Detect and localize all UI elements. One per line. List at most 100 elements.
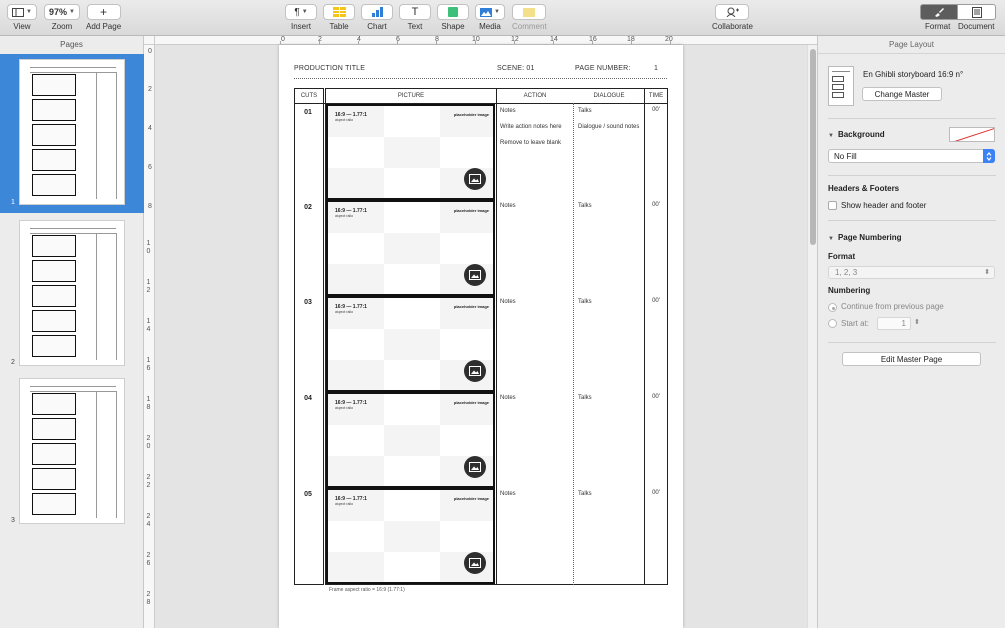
numbering-format-label: Format — [828, 252, 856, 261]
format-button[interactable] — [920, 4, 958, 20]
show-header-footer-label[interactable]: Show header and footer — [841, 201, 926, 210]
edit-master-page-button[interactable]: Edit Master Page — [842, 352, 981, 366]
dialogue-notes[interactable]: Talks — [578, 107, 592, 115]
change-master-button[interactable]: Change Master — [862, 87, 942, 101]
insert-menu[interactable]: ¶ ▼ Insert — [285, 4, 317, 31]
ruler-label: 16 — [146, 357, 151, 372]
dialogue-notes[interactable]: Dialogue / sound notes — [578, 123, 640, 131]
chart-tool[interactable]: Chart — [361, 4, 393, 31]
page-numbering-section-toggle[interactable]: ▼ Page Numbering — [828, 233, 902, 242]
time-value[interactable]: 00' — [646, 490, 666, 496]
chart-button[interactable] — [361, 4, 393, 20]
action-dialogue-divider — [573, 103, 574, 585]
page-thumbnail-2[interactable]: 2 — [0, 216, 144, 374]
ruler-label: 0 — [148, 48, 152, 55]
ruler-label: 20 — [146, 435, 151, 450]
storyboard-frame[interactable]: 16:9 — 1.77:1 aspect ratio placeholder i… — [326, 296, 495, 392]
text-tool[interactable]: T Text — [399, 4, 431, 31]
comment-button[interactable] — [512, 4, 547, 20]
document-label: Document — [958, 22, 995, 31]
page-number-label[interactable]: PAGE NUMBER: — [575, 65, 631, 72]
chevron-down-icon: ▼ — [69, 9, 75, 15]
horizontal-ruler[interactable]: 0 2 4 6 8 10 12 14 16 18 20 — [155, 36, 817, 45]
time-value[interactable]: 00' — [646, 394, 666, 400]
background-color-well[interactable] — [949, 127, 995, 142]
image-placeholder-icon[interactable] — [464, 360, 486, 382]
ruler-label: 10 — [146, 240, 151, 255]
fill-type-select[interactable]: No Fill — [828, 149, 995, 163]
table-label: Table — [329, 22, 349, 31]
image-placeholder-icon[interactable] — [464, 168, 486, 190]
numbering-format-select[interactable]: 1, 2, 3 ⬍ — [828, 266, 995, 279]
stepper-icon[interactable]: ⬍ — [914, 318, 920, 326]
view-button[interactable]: ▼ — [7, 4, 37, 20]
dialogue-notes[interactable]: Talks — [578, 202, 592, 210]
background-label: Background — [837, 130, 885, 139]
image-placeholder-icon[interactable] — [464, 456, 486, 478]
table-button[interactable] — [323, 4, 355, 20]
add-page[interactable]: + Add Page — [86, 4, 121, 31]
vertical-ruler[interactable]: 0 2 4 6 8 10 12 14 16 18 20 22 24 26 28 — [144, 45, 155, 628]
storyboard-frame[interactable]: 16:9 — 1.77:1 aspect ratio placeholder i… — [326, 392, 495, 488]
shape-button[interactable] — [437, 4, 469, 20]
storyboard-frame[interactable]: 16:9 — 1.77:1 aspect ratio placeholder i… — [326, 200, 495, 296]
scrollbar-thumb[interactable] — [810, 49, 816, 245]
column-header-picture: PICTURE — [397, 93, 425, 99]
media-button[interactable]: ▼ — [475, 4, 505, 20]
collaborate[interactable]: Collaborate — [712, 4, 753, 31]
scene-label[interactable]: SCENE: 01 — [497, 65, 535, 72]
collaborate-icon — [726, 7, 739, 17]
start-at-field[interactable]: 1 — [877, 317, 911, 330]
continue-radio[interactable] — [828, 303, 837, 312]
frame-aspect-footnote[interactable]: Frame aspect ratio = 16:9 (1.77:1) — [329, 587, 405, 593]
vertical-scrollbar[interactable] — [807, 45, 817, 628]
action-notes[interactable]: Write action notes here — [500, 123, 562, 131]
action-notes[interactable]: Notes — [500, 202, 516, 210]
action-notes[interactable]: Notes — [500, 107, 516, 115]
media-menu[interactable]: ▼ Media — [475, 4, 505, 31]
insert-button[interactable]: ¶ ▼ — [285, 4, 317, 20]
time-value[interactable]: 00' — [646, 107, 666, 113]
text-button[interactable]: T — [399, 4, 431, 20]
zoom-button[interactable]: 97% ▼ — [44, 4, 80, 20]
action-notes[interactable]: Notes — [500, 298, 516, 306]
background-section-toggle[interactable]: ▼ Background — [828, 130, 885, 139]
image-placeholder-icon[interactable] — [464, 264, 486, 286]
ruler-label: 8 — [148, 203, 152, 210]
show-header-footer-checkbox[interactable] — [828, 201, 837, 210]
production-title[interactable]: PRODUCTION TITLE — [294, 65, 365, 72]
page-thumbnail-3[interactable]: 3 — [0, 374, 144, 532]
toolbar: ▼ View 97% ▼ Zoom + Add Page ¶ ▼ Insert … — [0, 0, 1005, 36]
column-header-time: TIME — [648, 93, 664, 99]
thumbnail-image — [19, 220, 125, 366]
view-menu[interactable]: ▼ View — [7, 4, 37, 31]
comment-tool[interactable]: Comment — [512, 4, 547, 31]
action-notes[interactable]: Remove to leave blank — [500, 139, 561, 147]
image-placeholder-icon[interactable] — [464, 552, 486, 574]
time-value[interactable]: 00' — [646, 298, 666, 304]
ruler-label: 4 — [148, 125, 152, 132]
section-divider — [828, 175, 996, 176]
table-tool[interactable]: Table — [323, 4, 355, 31]
continue-label[interactable]: Continue from previous page — [841, 302, 944, 311]
storyboard-frame[interactable]: 16:9 — 1.77:1 aspect ratio placeholder i… — [326, 104, 495, 200]
zoom-value: 97% — [49, 7, 68, 17]
cut-number: 02 — [304, 204, 312, 211]
time-value[interactable]: 00' — [646, 202, 666, 208]
pages-sidebar: Pages 1 2 3 — [0, 36, 144, 628]
dialogue-notes[interactable]: Talks — [578, 298, 592, 306]
start-at-label[interactable]: Start at: — [841, 319, 869, 328]
add-page-button[interactable]: + — [86, 4, 121, 20]
dialogue-notes[interactable]: Talks — [578, 490, 592, 498]
page-thumbnail-1[interactable]: 1 — [0, 54, 144, 213]
start-at-radio[interactable] — [828, 319, 837, 328]
action-notes[interactable]: Notes — [500, 490, 516, 498]
zoom-menu[interactable]: 97% ▼ Zoom — [44, 4, 80, 31]
storyboard-frame[interactable]: 16:9 — 1.77:1 aspect ratio placeholder i… — [326, 488, 495, 584]
shape-tool[interactable]: Shape — [437, 4, 469, 31]
action-notes[interactable]: Notes — [500, 394, 516, 402]
collaborate-button[interactable] — [715, 4, 750, 20]
document-button[interactable] — [958, 4, 996, 20]
frame-placeholder-label: placeholder image — [453, 400, 489, 405]
dialogue-notes[interactable]: Talks — [578, 394, 592, 402]
